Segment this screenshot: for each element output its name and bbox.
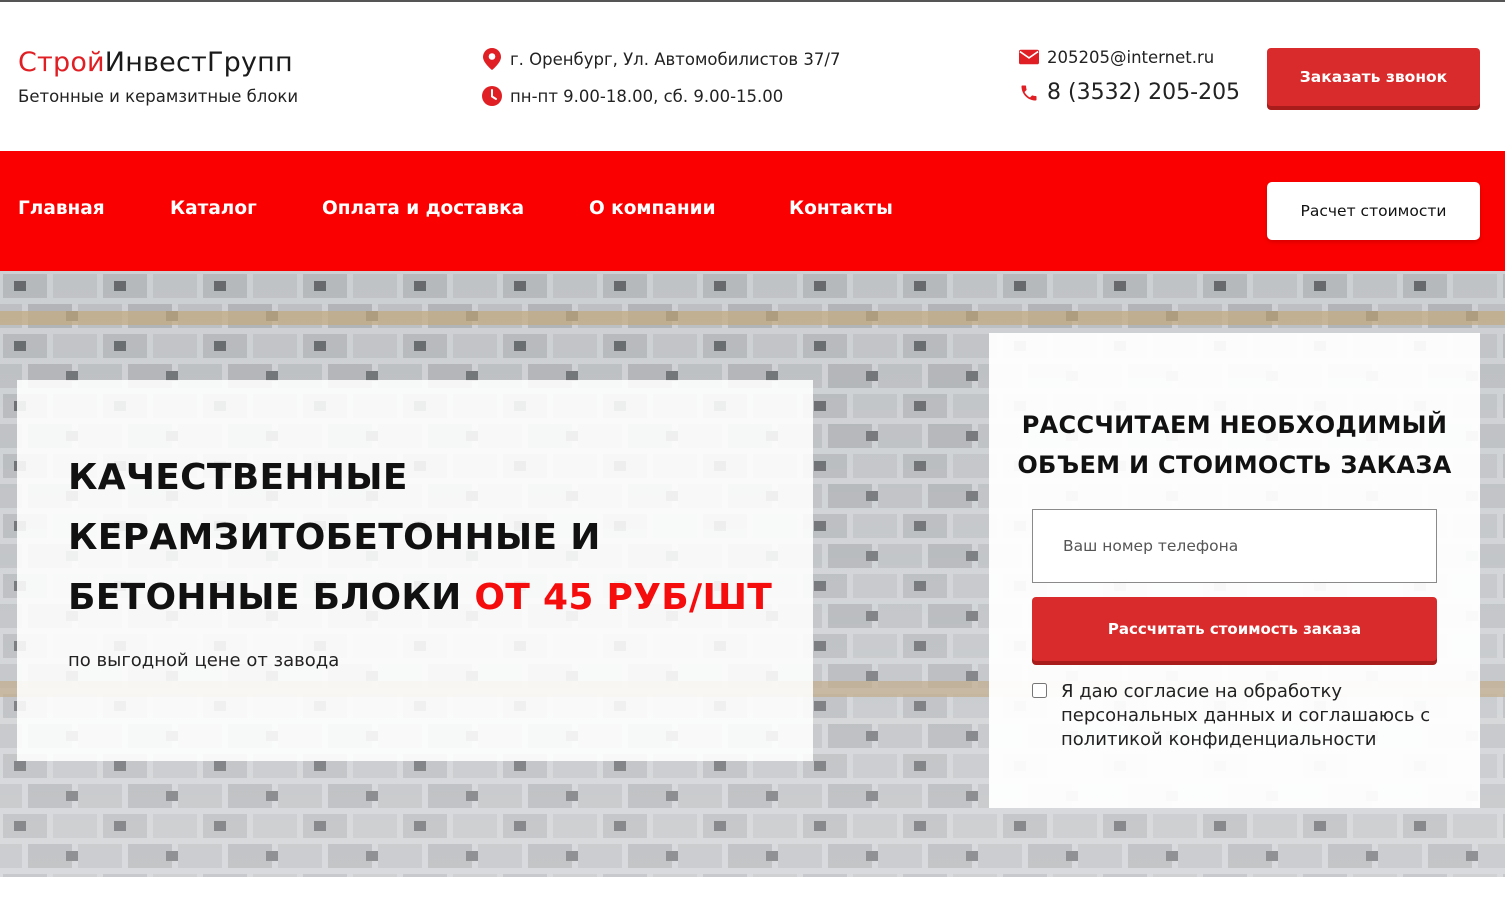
phone-icon: [1019, 82, 1039, 104]
phone-input[interactable]: [1032, 509, 1437, 583]
phone-line[interactable]: 8 (3532) 205-205: [1019, 80, 1240, 105]
nav-item-home[interactable]: Главная: [18, 198, 105, 219]
calc-order-button[interactable]: Рассчитать стоимость заказа: [1032, 597, 1437, 661]
hero-subtitle: по выгодной цене от завода: [68, 650, 340, 671]
phone-text[interactable]: 8 (3532) 205-205: [1047, 80, 1240, 105]
hero-title: Качественные керамзитобетонные и бетонны…: [68, 448, 788, 628]
logo[interactable]: СтройИнвестГрупп: [18, 47, 293, 78]
nav-item-contacts[interactable]: Контакты: [789, 198, 893, 219]
consent-checkbox[interactable]: [1032, 683, 1047, 698]
address-line: г. Оренбург, Ул. Автомобилистов 37/7: [482, 48, 840, 70]
callback-button[interactable]: Заказать звонок: [1267, 48, 1480, 106]
address-text: г. Оренбург, Ул. Автомобилистов 37/7: [510, 49, 841, 69]
consent-text: Я даю согласие на обработку персональных…: [1061, 681, 1431, 750]
map-pin-icon: [482, 48, 502, 70]
cost-calc-button[interactable]: Расчет стоимости: [1267, 182, 1480, 240]
tagline: Бетонные и керамзитные блоки: [18, 87, 299, 106]
hours-text: пн-пт 9.00-18.00, сб. 9.00-15.00: [510, 86, 784, 106]
order-calc-form: Рассчитаем необходимый объем и стоимость…: [989, 333, 1480, 808]
site-header: СтройИнвестГрупп Бетонные и керамзитные …: [0, 2, 1505, 151]
hero-title-price: от 45 руб/шт: [474, 577, 773, 618]
nav-item-payment-delivery[interactable]: Оплата и доставка: [322, 198, 524, 219]
envelope-icon: [1019, 46, 1039, 68]
hours-line: пн-пт 9.00-18.00, сб. 9.00-15.00: [482, 85, 783, 107]
email-line[interactable]: 205205@internet.ru: [1019, 46, 1214, 68]
hero-section: Качественные керамзитобетонные и бетонны…: [0, 271, 1505, 877]
email-text[interactable]: 205205@internet.ru: [1047, 48, 1214, 67]
logo-part-invest: ИнвестГрупп: [104, 47, 293, 78]
nav-item-catalog[interactable]: Каталог: [170, 198, 257, 219]
consent-row[interactable]: Я даю согласие на обработку персональных…: [1032, 680, 1452, 752]
bottom-strip: [0, 877, 1505, 897]
nav-item-about[interactable]: О компании: [589, 198, 716, 219]
main-nav: Главная Каталог Оплата и доставка О комп…: [0, 151, 1505, 271]
logo-part-stroy: Строй: [18, 47, 105, 78]
form-title: Рассчитаем необходимый объем и стоимость…: [1017, 411, 1452, 479]
hero-card: Качественные керамзитобетонные и бетонны…: [17, 380, 813, 761]
clock-icon: [482, 85, 502, 107]
